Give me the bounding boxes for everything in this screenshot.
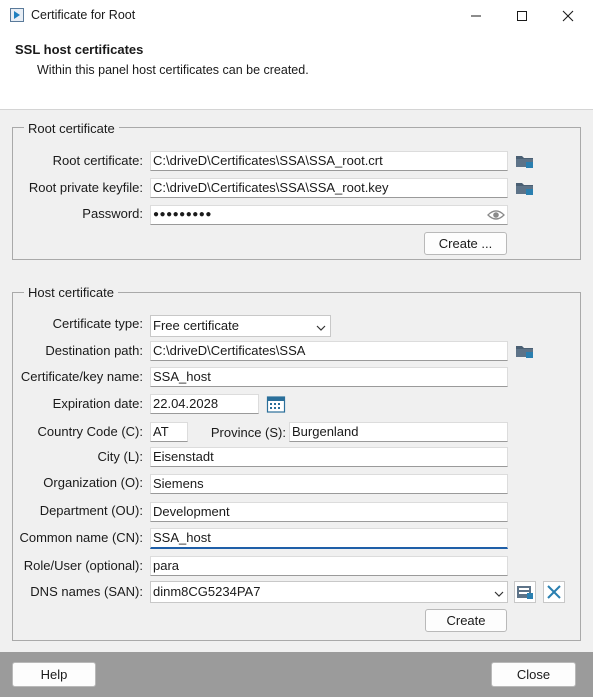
dns-names-select[interactable]: dinm8CG5234PA7: [150, 581, 508, 603]
root-certificate-legend: Root certificate: [24, 121, 119, 136]
show-password-eye-icon[interactable]: [487, 208, 505, 222]
city-input[interactable]: Eisenstadt: [150, 447, 508, 467]
browse-folder-icon[interactable]: [514, 177, 536, 199]
calendar-icon[interactable]: [265, 393, 287, 415]
edit-dns-list-icon[interactable]: [514, 581, 536, 603]
root-create-button[interactable]: Create ...: [424, 232, 507, 255]
root-keyfile-input[interactable]: C:\driveD\Certificates\SSA\SSA_root.key: [150, 178, 508, 198]
password-label: Password:: [82, 206, 143, 221]
panel-subtitle: Within this panel host certificates can …: [37, 63, 309, 77]
province-label: Province (S):: [210, 425, 286, 440]
province-input[interactable]: Burgenland: [289, 422, 508, 442]
close-window-button[interactable]: [545, 0, 591, 31]
common-name-input[interactable]: SSA_host: [150, 528, 508, 549]
root-keyfile-label: Root private keyfile:: [28, 180, 143, 195]
host-certificate-legend: Host certificate: [24, 285, 118, 300]
clear-dns-icon[interactable]: [543, 581, 565, 603]
maximize-button[interactable]: [499, 0, 545, 31]
country-code-input[interactable]: AT: [150, 422, 188, 442]
country-code-label: Country Code (C):: [37, 424, 143, 439]
dns-names-label: DNS names (SAN):: [30, 584, 143, 599]
role-user-input[interactable]: para: [150, 556, 508, 576]
destination-path-label: Destination path:: [45, 343, 143, 358]
department-input[interactable]: Development: [150, 502, 508, 522]
certificate-type-select[interactable]: Free certificate: [150, 315, 331, 337]
window-title: Certificate for Root: [31, 8, 136, 22]
chevron-down-icon[interactable]: [315, 321, 327, 331]
browse-folder-icon[interactable]: [514, 340, 536, 362]
certificate-type-label: Certificate type:: [52, 316, 143, 331]
help-button[interactable]: Help: [12, 662, 96, 687]
key-name-input[interactable]: SSA_host: [150, 367, 508, 387]
role-user-label: Role/User (optional):: [23, 558, 143, 573]
expiration-date-input[interactable]: 22.04.2028: [150, 394, 259, 414]
key-name-label: Certificate/key name:: [20, 369, 143, 384]
root-certificate-label: Root certificate:: [52, 153, 143, 168]
organization-input[interactable]: Siemens: [150, 474, 508, 494]
browse-folder-icon[interactable]: [514, 150, 536, 172]
app-icon: [10, 8, 24, 22]
minimize-button[interactable]: [453, 0, 499, 31]
panel-title: SSL host certificates: [15, 42, 144, 57]
host-create-button[interactable]: Create: [425, 609, 507, 632]
chevron-down-icon[interactable]: [493, 587, 505, 597]
common-name-label: Common name (CN):: [19, 530, 143, 545]
close-button[interactable]: Close: [491, 662, 576, 687]
password-input[interactable]: ●●●●●●●●●: [150, 205, 508, 225]
department-label: Department (OU):: [39, 503, 143, 518]
destination-path-input[interactable]: C:\driveD\Certificates\SSA: [150, 341, 508, 361]
city-label: City (L):: [97, 449, 144, 464]
organization-label: Organization (O):: [43, 475, 143, 490]
certificate-type-value: Free certificate: [153, 318, 239, 333]
dns-names-value: dinm8CG5234PA7: [153, 584, 261, 599]
root-certificate-input[interactable]: C:\driveD\Certificates\SSA\SSA_root.crt: [150, 151, 508, 171]
expiration-date-label: Expiration date:: [52, 396, 143, 411]
